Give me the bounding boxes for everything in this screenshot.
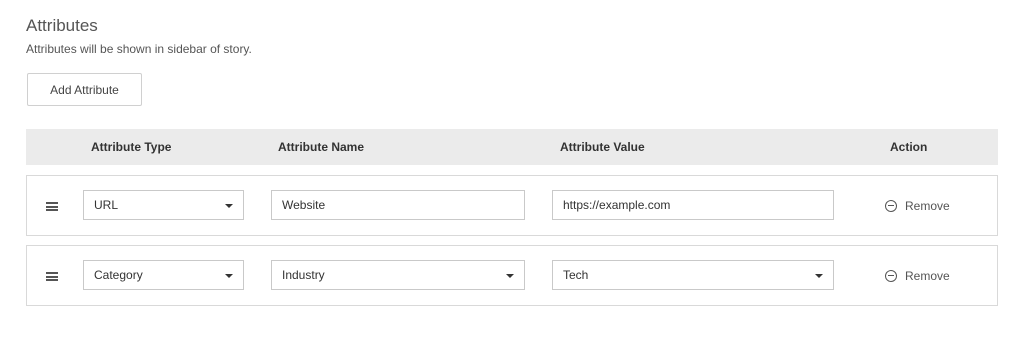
- caret-down-icon: [225, 274, 233, 278]
- attribute-name-value: Industry: [282, 268, 325, 282]
- header-attribute-value: Attribute Value: [560, 140, 645, 154]
- attribute-value-value: Tech: [563, 268, 589, 282]
- attribute-type-value: Category: [94, 268, 143, 282]
- attribute-row: Category Industry Tech Remove: [26, 245, 998, 306]
- section-title: Attributes: [26, 16, 98, 35]
- caret-down-icon: [506, 274, 514, 278]
- attribute-type-select[interactable]: Category: [83, 260, 244, 290]
- attribute-name-select[interactable]: Industry: [271, 260, 525, 290]
- remove-button[interactable]: Remove: [885, 199, 950, 213]
- minus-circle-icon: [885, 200, 897, 212]
- attribute-name-input[interactable]: Website: [271, 190, 525, 220]
- attribute-value-input[interactable]: https://example.com: [552, 190, 834, 220]
- attribute-type-select[interactable]: URL: [83, 190, 244, 220]
- section-subtitle: Attributes will be shown in sidebar of s…: [26, 42, 252, 56]
- remove-label: Remove: [905, 199, 950, 213]
- header-attribute-name: Attribute Name: [278, 140, 365, 154]
- drag-handle-icon[interactable]: [46, 272, 58, 281]
- attribute-type-value: URL: [94, 198, 119, 212]
- caret-down-icon: [225, 204, 233, 208]
- header-attribute-type: Attribute Type: [91, 140, 172, 154]
- drag-handle-icon[interactable]: [46, 202, 58, 211]
- add-attribute-button[interactable]: Add Attribute: [27, 73, 142, 106]
- attribute-row: URL Website https://example.com Remove: [26, 175, 998, 236]
- attribute-name-value: Website: [282, 198, 326, 212]
- table-header: Attribute Type Attribute Name Attribute …: [26, 129, 998, 165]
- remove-button[interactable]: Remove: [885, 269, 950, 283]
- header-action: Action: [890, 140, 928, 154]
- attribute-value-value: https://example.com: [563, 198, 671, 212]
- attribute-value-select[interactable]: Tech: [552, 260, 834, 290]
- remove-label: Remove: [905, 269, 950, 283]
- attributes-section: Attributes Attributes will be shown in s…: [26, 16, 998, 306]
- minus-circle-icon: [885, 270, 897, 282]
- caret-down-icon: [815, 274, 823, 278]
